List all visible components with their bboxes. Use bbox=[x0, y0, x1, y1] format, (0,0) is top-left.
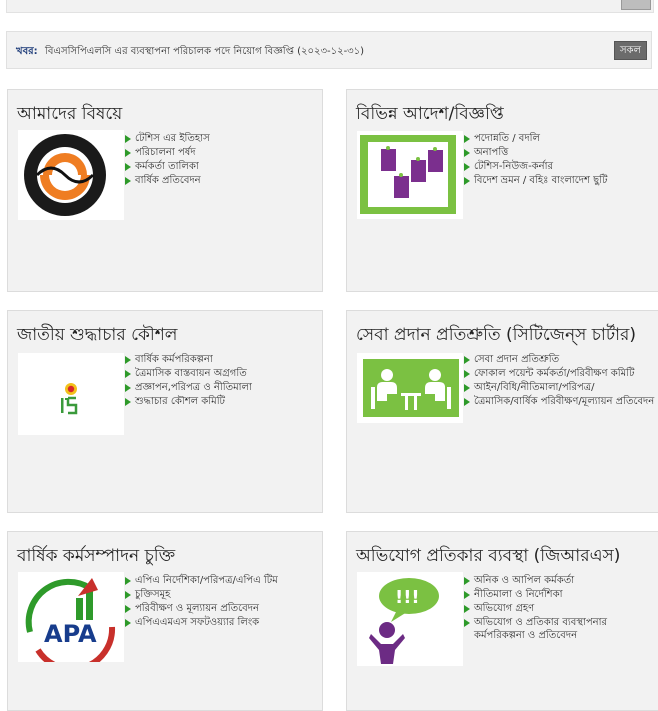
grs-links: অনিক ও আপিল কর্মকর্তা নীতিমালা ও নির্দেশ… bbox=[463, 574, 658, 643]
card-apa: বার্ষিক কর্মসম্পাদন চুক্তি APA এপিএ নির্… bbox=[7, 531, 323, 711]
link-annual-plan[interactable]: বার্ষিক কর্মপরিকল্পনা bbox=[124, 353, 314, 366]
card-notices: বিভিন্ন আদেশ/বিজ্ঞপ্তি পদোন্নতি / বদলি অ… bbox=[346, 89, 658, 292]
link-monitoring-report[interactable]: ত্রৈমাসিক/বার্ষিক পরিবীক্ষণ/মূল্যায়ন প্… bbox=[463, 395, 658, 408]
link-quarterly-progress[interactable]: ত্রৈমাসিক বাস্তবায়ন অগ্রগতি bbox=[124, 367, 314, 380]
card-title: বিভিন্ন আদেশ/বিজ্ঞপ্তি bbox=[356, 104, 504, 124]
all-news-button[interactable]: সকল bbox=[613, 41, 647, 60]
link-service-commitment[interactable]: সেবা প্রদান প্রতিশ্রুতি bbox=[463, 353, 658, 366]
apa-links: এপিএ নির্দেশিকা/পরিপত্র/এপিএ টিম চুক্তিস… bbox=[124, 574, 314, 630]
card-about: আমাদের বিষয়ে টেশিস এর ইতিহাস পরিচালনা প… bbox=[7, 89, 323, 292]
link-focal-point[interactable]: ফোকাল পয়েন্ট কর্মকর্তা/পরিবীক্ষণ কমিটি bbox=[463, 367, 658, 380]
link-apa-guideline[interactable]: এপিএ নির্দেশিকা/পরিপত্র/এপিএ টিম bbox=[124, 574, 314, 587]
card-title: বার্ষিক কর্মসম্পাদন চুক্তি bbox=[17, 546, 176, 566]
card-citizens-charter: সেবা প্রদান প্রতিশ্রুতি (সিটিজেন্‌স চার্… bbox=[346, 310, 658, 513]
link-foreign-travel[interactable]: বিদেশ ভ্রমন / বহিঃ বাংলাদেশ ছুটি bbox=[463, 174, 658, 187]
link-appeal-officer[interactable]: অনিক ও আপিল কর্মকর্তা bbox=[463, 574, 658, 587]
link-board[interactable]: পরিচালনা পর্ষদ bbox=[124, 146, 314, 159]
svg-text:!!!: !!! bbox=[395, 587, 420, 608]
grs-icon[interactable]: !!! bbox=[357, 572, 463, 666]
link-noc[interactable]: অনাপত্তি bbox=[463, 146, 658, 159]
notices-links: পদোন্নতি / বদলি অনাপত্তি টেশিস-নিউজ-কর্ন… bbox=[463, 132, 658, 188]
svg-text:APA: APA bbox=[44, 620, 97, 648]
link-officers[interactable]: কর্মকর্তা তালিকা bbox=[124, 160, 314, 173]
about-links: টেশিস এর ইতিহাস পরিচালনা পর্ষদ কর্মকর্তা… bbox=[124, 132, 314, 188]
news-label: খবর: bbox=[16, 46, 38, 57]
link-promotion[interactable]: পদোন্নতি / বদলি bbox=[463, 132, 658, 145]
top-strip-button[interactable] bbox=[621, 0, 651, 10]
notices-icon[interactable] bbox=[357, 131, 463, 219]
link-news-corner[interactable]: টেশিস-নিউজ-কর্নার bbox=[463, 160, 658, 173]
link-grs-plan[interactable]: অভিযোগ ও প্রতিকার ব্যবস্থাপনার কর্মপরিকল… bbox=[463, 616, 658, 642]
citizens-charter-icon[interactable] bbox=[357, 353, 463, 423]
card-title: অভিযোগ প্রতিকার ব্যবস্থা (জিআরএস) bbox=[356, 546, 621, 566]
link-history[interactable]: টেশিস এর ইতিহাস bbox=[124, 132, 314, 145]
tss-logo[interactable] bbox=[18, 130, 124, 220]
link-laws-rules[interactable]: আইন/বিধি/নীতিমালা/পরিপত্র/ bbox=[463, 381, 658, 394]
nis-logo[interactable] bbox=[18, 353, 124, 435]
card-title: সেবা প্রদান প্রতিশ্রুতি (সিটিজেন্‌স চার্… bbox=[356, 325, 636, 345]
card-integrity: জাতীয় শুদ্ধাচার কৌশল বার্ষিক কর্মপরিকল্… bbox=[7, 310, 323, 513]
link-complaint-submit[interactable]: অভিযোগ গ্রহণ bbox=[463, 602, 658, 615]
link-grs-policy[interactable]: নীতিমালা ও নির্দেশিকা bbox=[463, 588, 658, 601]
top-strip bbox=[6, 0, 654, 13]
link-integrity-committee[interactable]: শুদ্ধাচার কৌশল কমিটি bbox=[124, 395, 314, 408]
news-ticker: খবর: বিএসসিপিএলসি এর ব্যবস্থাপনা পরিচালক… bbox=[6, 31, 652, 69]
integrity-links: বার্ষিক কর্মপরিকল্পনা ত্রৈমাসিক বাস্তবায… bbox=[124, 353, 314, 409]
charter-links: সেবা প্রদান প্রতিশ্রুতি ফোকাল পয়েন্ট কর… bbox=[463, 353, 658, 409]
link-apams-software[interactable]: এপিএএমএস সফটওয়্যার লিংক bbox=[124, 616, 314, 629]
card-title: জাতীয় শুদ্ধাচার কৌশল bbox=[17, 325, 178, 345]
news-headline-link[interactable]: বিএসসিপিএলসি এর ব্যবস্থাপনা পরিচালক পদে … bbox=[45, 44, 364, 61]
apa-logo[interactable]: APA bbox=[18, 572, 124, 673]
card-grs: অভিযোগ প্রতিকার ব্যবস্থা (জিআরএস) !!! অন… bbox=[346, 531, 658, 711]
link-apa-monitoring[interactable]: পরিবীক্ষণ ও মূল্যায়ন প্রতিবেদন bbox=[124, 602, 314, 615]
card-title: আমাদের বিষয়ে bbox=[17, 104, 123, 124]
link-circulars[interactable]: প্রজ্ঞাপন,পরিপত্র ও নীতিমালা bbox=[124, 381, 314, 394]
link-agreements[interactable]: চুক্তিসমূহ bbox=[124, 588, 314, 601]
link-annual-report[interactable]: বার্ষিক প্রতিবেদন bbox=[124, 174, 314, 187]
